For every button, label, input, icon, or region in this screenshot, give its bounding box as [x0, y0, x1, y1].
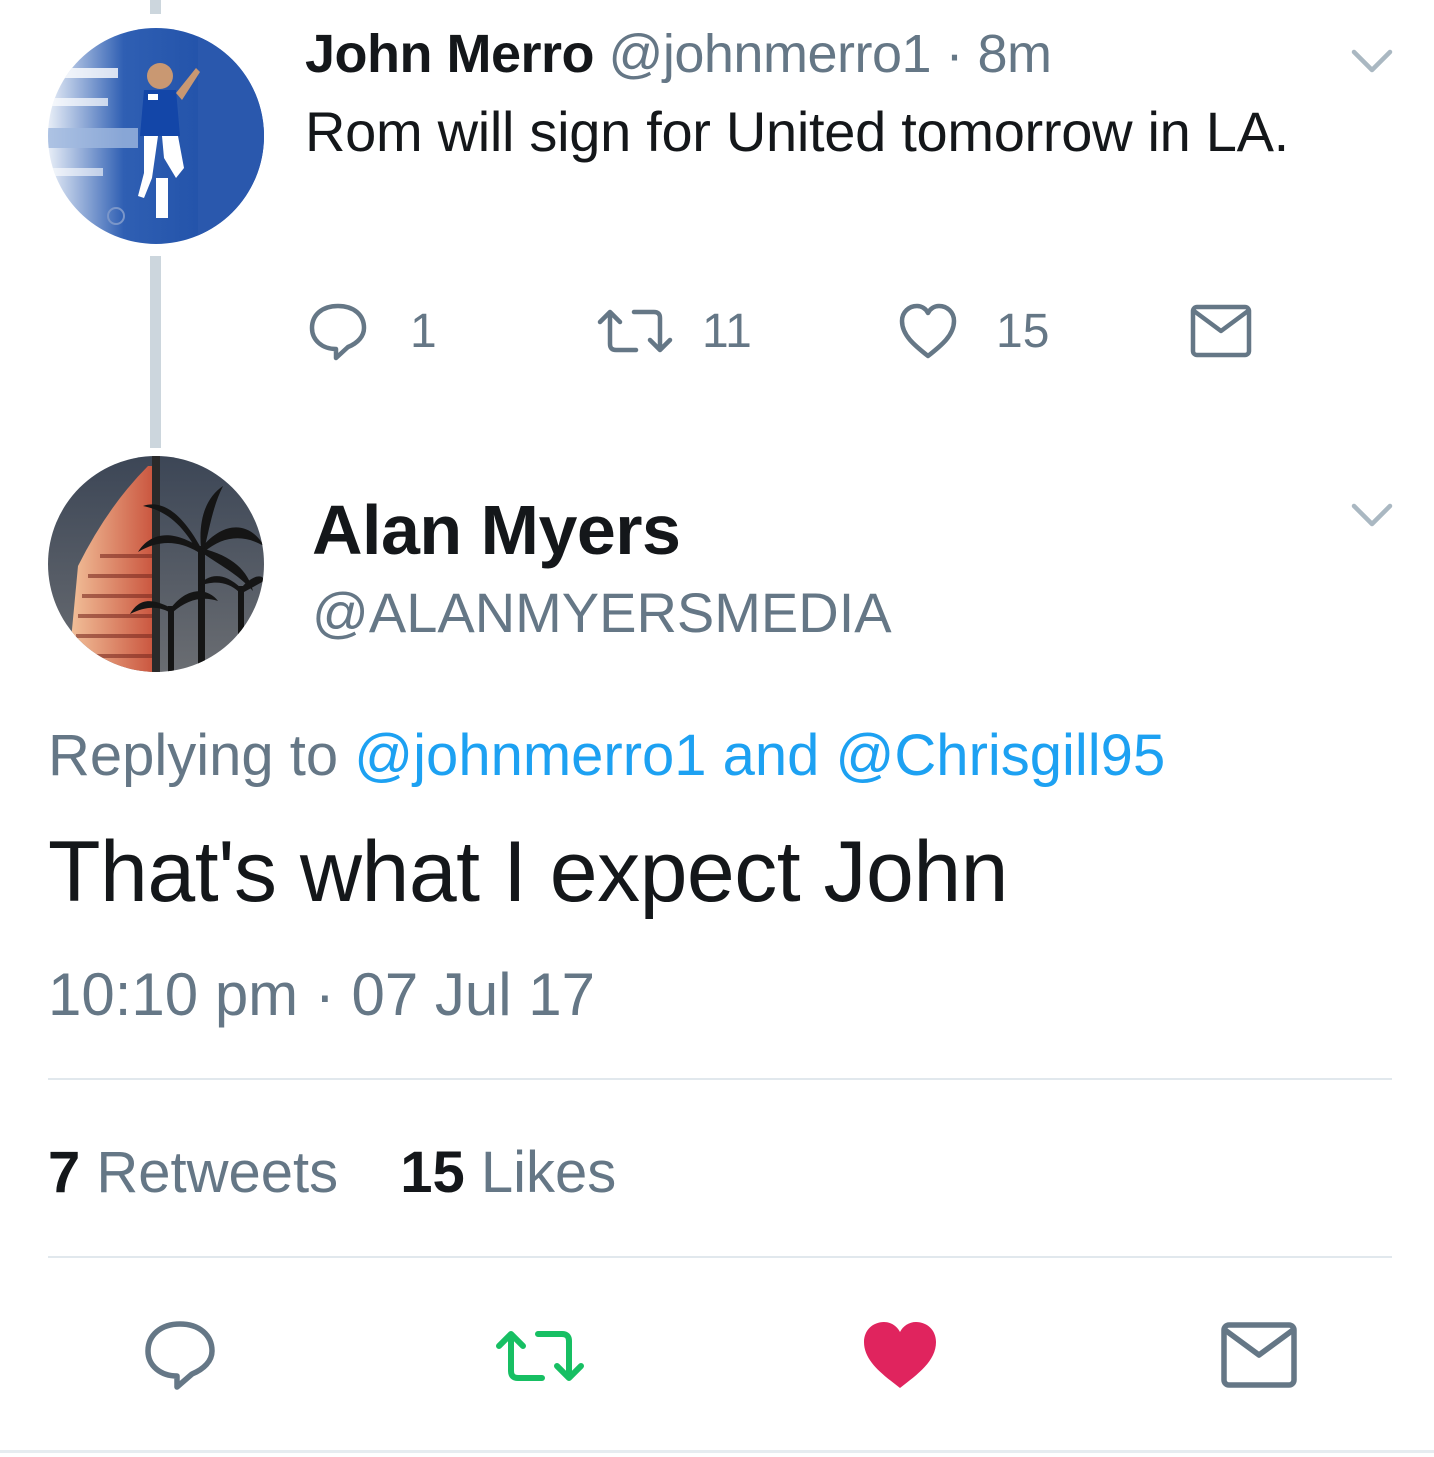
bottom-border: [0, 1450, 1434, 1453]
parent-meta-separator: ·: [931, 24, 978, 84]
replying-to-and: and: [706, 723, 836, 788]
avatar-alan-myers[interactable]: [48, 456, 264, 672]
divider-bottom: [48, 1256, 1392, 1258]
main-tweet-text: That's what I expect John: [48, 824, 1009, 920]
likes-stat[interactable]: 15 Likes: [400, 1140, 616, 1205]
retweet-arrows-icon: [597, 309, 673, 353]
retweets-stat[interactable]: 7 Retweets: [48, 1140, 338, 1205]
main-tweet-timestamp: 10:10 pm · 07 Jul 17: [48, 960, 595, 1030]
main-reply-button[interactable]: [142, 1318, 218, 1392]
mention-link-chrisgill95[interactable]: @Chrisgill95: [836, 723, 1166, 788]
parent-retweet-count: 11: [702, 304, 752, 358]
avatar-john-merro[interactable]: [48, 28, 264, 244]
replying-to-line: Replying to @johnmerro1 and @Chrisgill95: [48, 722, 1165, 790]
retweets-label: Retweets: [80, 1140, 339, 1205]
engagement-stats: 7 Retweets 15 Likes: [48, 1138, 616, 1208]
main-retweet-button[interactable]: [494, 1320, 586, 1392]
parent-tweet-text: Rom will sign for United tomorrow in LA.: [305, 100, 1289, 163]
mention-link-johnmerro1[interactable]: @johnmerro1: [354, 723, 706, 788]
chevron-down-icon: [1351, 503, 1393, 527]
thread-connector-top: [150, 0, 161, 14]
divider-top: [48, 1078, 1392, 1080]
main-share-button[interactable]: [1220, 1320, 1298, 1390]
tweet-date: 07 Jul 17: [351, 961, 596, 1028]
likes-count: 15: [400, 1140, 465, 1205]
envelope-icon: [1190, 304, 1252, 358]
retweets-count: 7: [48, 1140, 81, 1205]
tweet-time-separator: ·: [298, 961, 352, 1028]
parent-more-options[interactable]: [1348, 46, 1396, 76]
parent-tweet-header: John Merro @johnmerro1 · 8m: [305, 22, 1052, 86]
heart-icon: [864, 1322, 936, 1388]
main-author-name[interactable]: Alan Myers: [312, 490, 681, 570]
parent-share-action[interactable]: [1190, 300, 1252, 362]
thread-connector: [150, 256, 161, 448]
main-like-button[interactable]: [860, 1318, 940, 1392]
parent-reply-count: 1: [410, 304, 437, 358]
parent-time-ago: 8m: [977, 24, 1053, 84]
likes-label: Likes: [464, 1140, 617, 1205]
main-more-options[interactable]: [1348, 500, 1396, 530]
tweet-time: 10:10 pm: [48, 961, 299, 1028]
replying-to-prefix: Replying to: [48, 723, 355, 788]
chevron-down-icon: [1351, 49, 1393, 73]
speech-bubble-icon: [309, 303, 367, 361]
main-author-handle[interactable]: @ALANMYERSMEDIA: [312, 580, 892, 646]
parent-author-handle[interactable]: @johnmerro1: [609, 24, 932, 84]
parent-retweet-action[interactable]: 11: [596, 300, 752, 362]
parent-like-action[interactable]: 15: [896, 300, 1049, 362]
retweet-arrows-icon: [496, 1331, 584, 1381]
envelope-icon: [1221, 1322, 1297, 1388]
speech-bubble-icon: [145, 1321, 215, 1390]
parent-author-name[interactable]: John Merro: [305, 24, 595, 84]
parent-reply-action[interactable]: 1: [306, 300, 437, 362]
heart-icon: [899, 303, 957, 359]
parent-like-count: 15: [996, 304, 1050, 358]
